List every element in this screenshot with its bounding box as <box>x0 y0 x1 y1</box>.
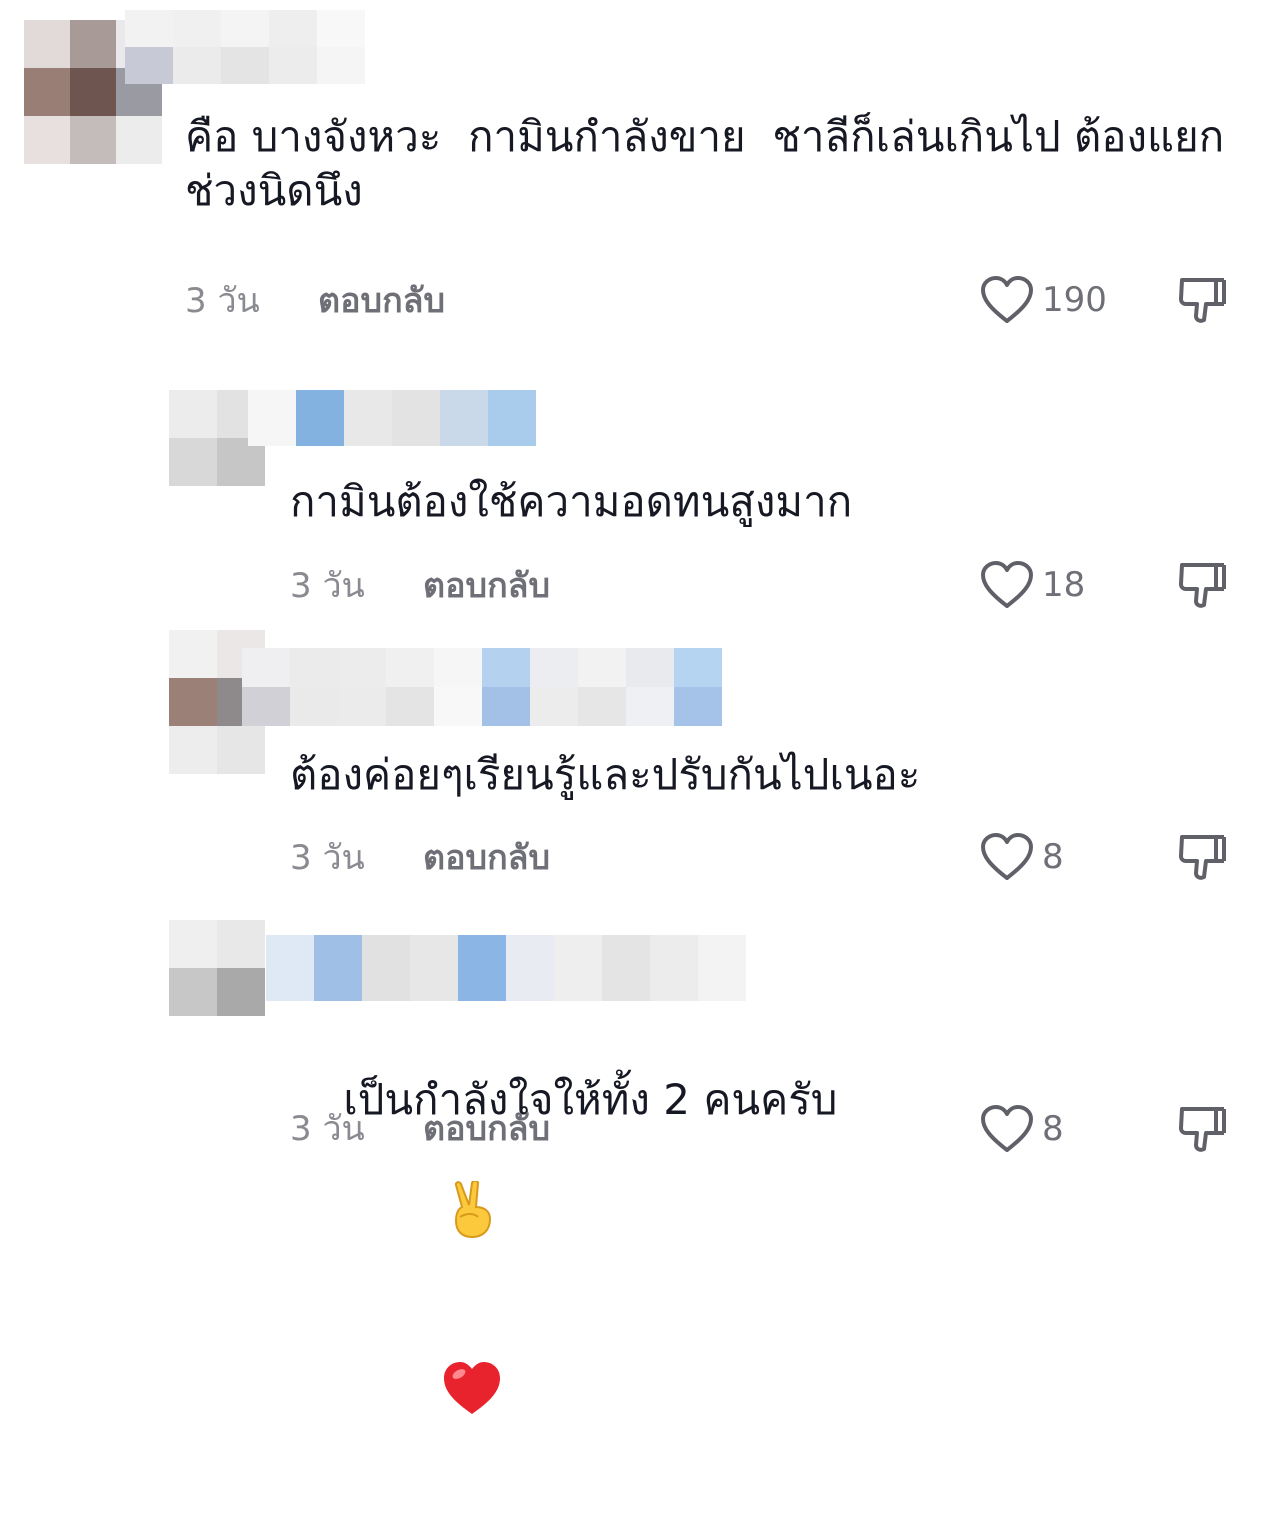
red-heart-emoji <box>361 1306 501 1483</box>
comment-date: 3 วัน <box>185 281 260 321</box>
thumbs-down-icon[interactable] <box>1176 1103 1228 1155</box>
like-button[interactable]: 8 <box>980 832 1064 882</box>
reply-item: กามินต้องใช้ความอดทนสูงมาก 3 วัน ตอบกลับ… <box>0 380 1280 620</box>
like-count: 8 <box>1042 1109 1064 1149</box>
reply-button[interactable]: ตอบกลับ <box>423 566 550 606</box>
comment-text: กามินต้องใช้ความอดทนสูงมาก <box>290 477 853 526</box>
comment-text: เป็นกำลังใจให้ทั้ง 2 คนครับ <box>290 1019 1190 1537</box>
like-button[interactable]: 8 <box>980 1104 1064 1154</box>
like-button[interactable]: 190 <box>980 275 1107 325</box>
username[interactable] <box>125 10 367 84</box>
comment-item: คือ บางจังหวะ กามินกำลังขาย ชาลีก็เล่นเก… <box>0 0 1280 340</box>
comment-date: 3 วัน <box>290 566 365 606</box>
heart-outline-icon <box>981 561 1033 608</box>
like-count: 190 <box>1042 280 1107 320</box>
comment-text: คือ บางจังหวะ กามินกำลังขาย ชาลีก็เล่นเก… <box>185 112 1238 215</box>
comment-date: 3 วัน <box>290 1109 365 1149</box>
comment-text-body: เป็นกำลังใจให้ทั้ง 2 คนครับ <box>343 1075 838 1124</box>
heart-outline-icon <box>981 1105 1033 1152</box>
reply-item: ต้องค่อยๆเรียนรู้และปรับกันไปเนอะ 3 วัน … <box>0 630 1280 900</box>
thumbs-down-icon[interactable] <box>1176 831 1228 883</box>
like-count: 8 <box>1042 837 1064 877</box>
comment-date: 3 วัน <box>290 838 365 878</box>
thumbs-down-icon[interactable] <box>1176 559 1228 611</box>
heart-outline-icon <box>981 833 1033 880</box>
avatar[interactable] <box>169 920 265 1016</box>
username[interactable] <box>248 390 538 446</box>
reply-button[interactable]: ตอบกลับ <box>423 838 550 878</box>
thumbs-down-icon[interactable] <box>1176 274 1228 326</box>
username[interactable] <box>242 648 724 726</box>
reply-button[interactable]: ตอบกลับ <box>423 1109 550 1149</box>
reply-item: เป็นกำลังใจให้ทั้ง 2 คนครับ 3 วัน ตอบกลั… <box>0 915 1280 1414</box>
heart-outline-icon <box>981 276 1033 323</box>
username[interactable] <box>266 935 748 1001</box>
like-count: 18 <box>1042 565 1086 605</box>
comment-text: ต้องค่อยๆเรียนรู้และปรับกันไปเนอะ <box>290 750 921 799</box>
like-button[interactable]: 18 <box>980 560 1085 610</box>
reply-button[interactable]: ตอบกลับ <box>318 281 445 321</box>
victory-hand-emoji <box>367 1127 497 1306</box>
